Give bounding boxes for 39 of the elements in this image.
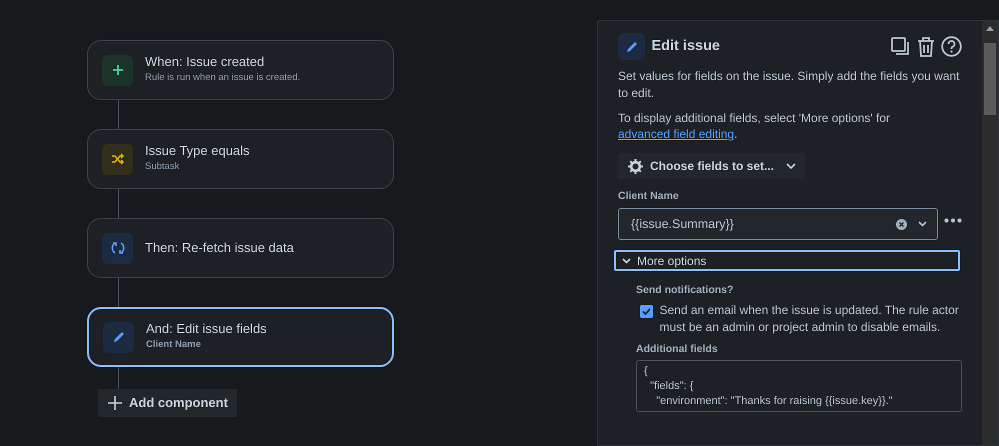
clear-icon[interactable] bbox=[896, 218, 906, 230]
add-component-button[interactable]: Add component bbox=[98, 389, 237, 416]
node-title: Issue Type equals bbox=[145, 143, 250, 160]
additional-fields-label: Additional fields bbox=[636, 342, 719, 357]
refresh-icon bbox=[102, 232, 133, 264]
pencil-icon bbox=[103, 322, 134, 352]
node-subtitle: Client Name bbox=[146, 338, 202, 352]
chevron-down-icon bbox=[622, 258, 631, 264]
client-name-field[interactable]: {{issue.Summary}} bbox=[618, 208, 938, 240]
help-icon[interactable] bbox=[941, 36, 962, 57]
advanced-editing-link[interactable]: advanced field editing bbox=[618, 127, 734, 142]
scroll-up-icon[interactable] bbox=[986, 26, 994, 31]
description-text: Set values for fields on the issue. Simply add the fields you want to edit. bbox=[618, 68, 961, 102]
more-options-toggle[interactable]: More options bbox=[614, 250, 960, 272]
trash-icon[interactable] bbox=[916, 36, 934, 56]
plus-icon bbox=[107, 394, 123, 411]
pencil-icon bbox=[618, 33, 645, 60]
node-subtitle: Rule is run when an issue is created. bbox=[145, 71, 300, 86]
chevron-down-icon bbox=[786, 162, 796, 170]
scroll-thumb[interactable] bbox=[984, 43, 996, 115]
node-subtitle: Subtask bbox=[145, 160, 180, 174]
plus-icon bbox=[102, 54, 133, 86]
node-title: And: Edit issue fields bbox=[146, 321, 267, 338]
copy-icon[interactable] bbox=[891, 37, 910, 56]
more-icon[interactable] bbox=[944, 218, 962, 224]
notify-checkbox[interactable] bbox=[640, 305, 653, 318]
node-title: Then: Re-fetch issue data bbox=[145, 240, 294, 256]
additional-fields-editor[interactable]: { "fields": { "environment": "Thanks for raising {{issue.key}}." bbox=[636, 360, 962, 412]
notify-text: Send an email when the issue is updated. The rule actor must be an admin or project admin to disable emails. bbox=[660, 302, 960, 336]
notifications-label: Send notifications? bbox=[636, 283, 734, 298]
panel-title: Edit issue bbox=[652, 36, 721, 56]
field-label: Client Name bbox=[618, 189, 680, 204]
hint-text: To display additional fields, select 'More options' for advanced field editing. bbox=[618, 110, 892, 144]
gear-icon bbox=[627, 158, 644, 175]
shuffle-icon bbox=[102, 144, 133, 174]
chevron-down-icon[interactable] bbox=[918, 221, 926, 228]
node-title: When: Issue created bbox=[145, 54, 266, 72]
scrollbar[interactable] bbox=[982, 21, 998, 445]
choose-fields-button[interactable]: Choose fields to set... bbox=[618, 153, 806, 180]
